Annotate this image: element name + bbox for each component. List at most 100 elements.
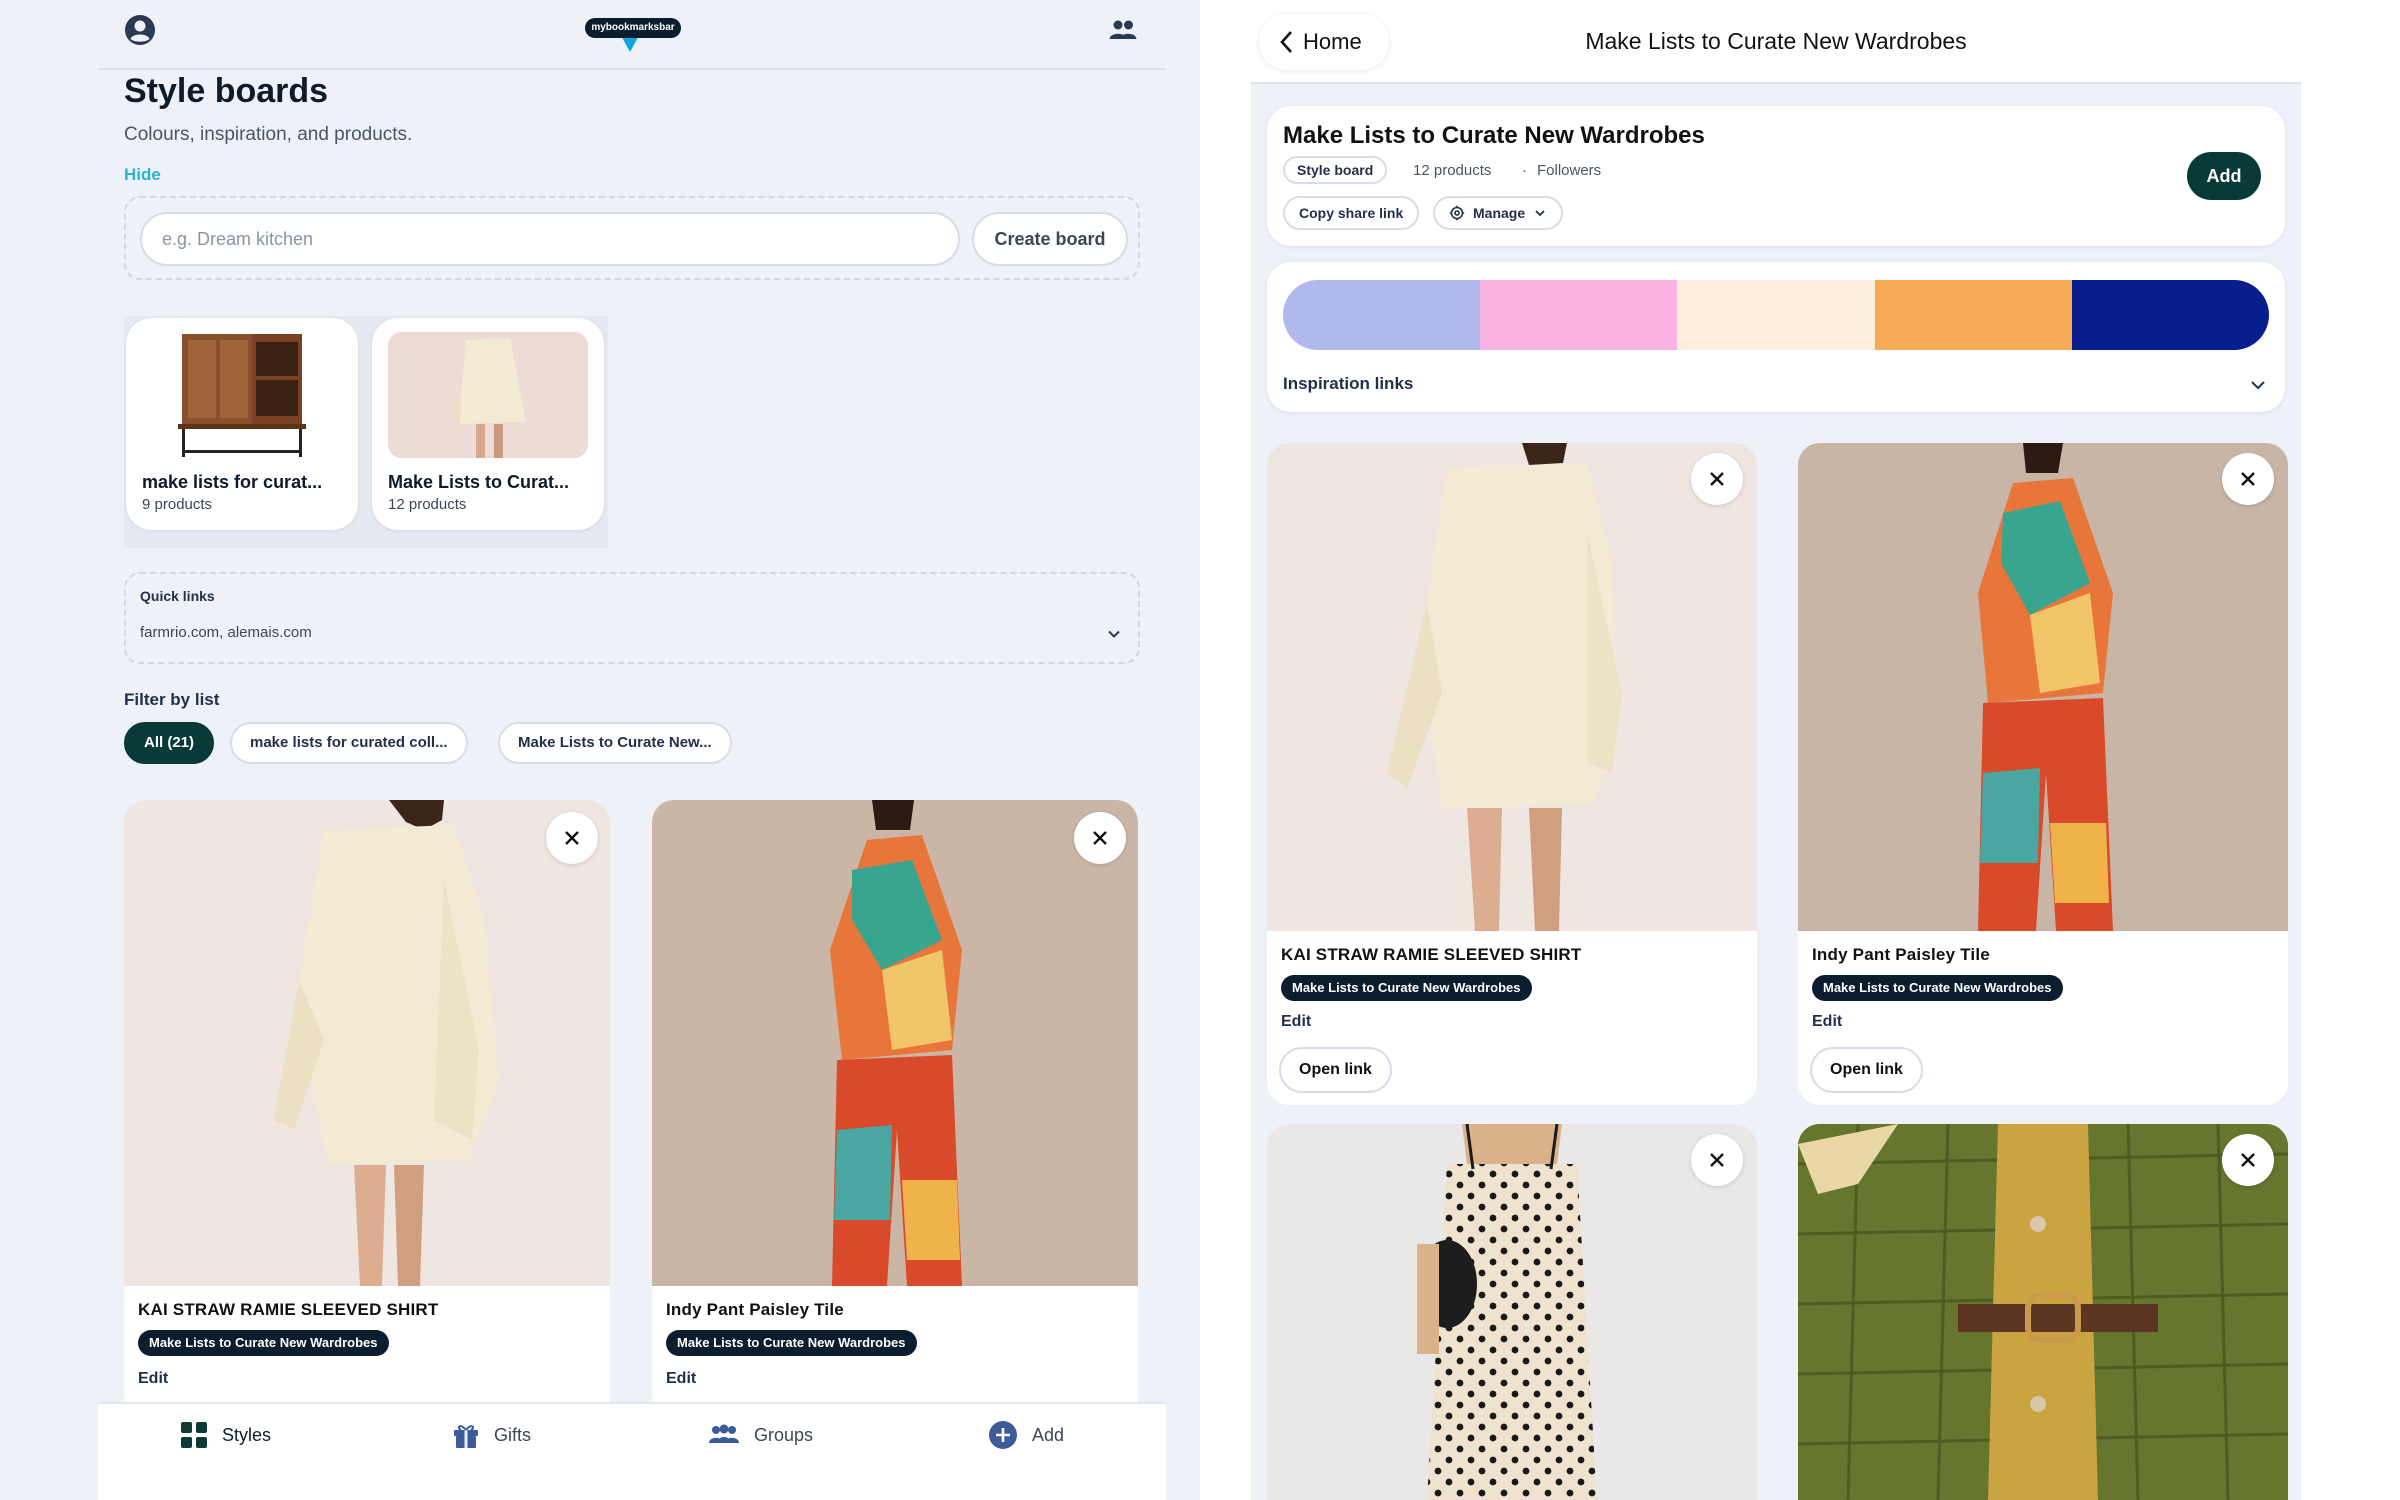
chevron-down-icon[interactable] [2249,376,2267,394]
board-title: Make Lists to Curate New Wardrobes [1283,122,1705,149]
detail-header: Make Lists to Curate New Wardrobes Home [1251,0,2301,84]
gift-icon [454,1425,478,1448]
nav-gifts-label: Gifts [494,1424,532,1445]
board-name: make lists for curat... [142,472,323,492]
followers-link[interactable]: Followers [1537,162,1601,179]
nav-gifts[interactable]: Gifts [452,1404,531,1466]
nav-styles[interactable]: Styles [180,1404,271,1466]
header-title: Make Lists to Curate New Wardrobes [1585,28,1967,54]
product-image [1267,443,1757,931]
board-name: Make Lists to Curat... [388,472,570,492]
app-logo[interactable]: mybookmarksbar [585,16,681,52]
product-list-tag[interactable]: Make Lists to Curate New Wardrobes [1281,975,1532,1001]
edit-link[interactable]: Edit [666,1370,696,1388]
product-title: Indy Pant Paisley Tile [1812,945,1990,964]
nav-add-label: Add [1032,1424,1065,1445]
edit-link[interactable]: Edit [138,1370,168,1388]
nav-add[interactable]: Add [988,1404,1064,1466]
palette-swatch[interactable] [1283,280,1481,350]
product-card[interactable]: KAI STRAW RAMIE SLEEVED SHIRT Make Lists… [124,800,610,1402]
close-icon [1710,1153,1724,1167]
remove-button[interactable] [1691,1134,1743,1186]
filter-chip-list[interactable]: make lists for curated coll... [230,722,468,764]
board-card[interactable]: Make Lists to Curat... 12 products [372,318,604,530]
remove-button[interactable] [2222,1134,2274,1186]
add-product-button[interactable]: Add [2187,152,2261,200]
palette-swatch[interactable] [2071,280,2269,350]
nav-styles-label: Styles [222,1424,272,1445]
close-icon [1093,831,1107,845]
chevron-left-icon [1280,31,1292,53]
board-card[interactable]: make lists for curat... 9 products [126,318,358,530]
groups-icon[interactable] [1108,17,1138,43]
product-card[interactable]: KAI STRAW RAMIE SLEEVED SHIRT Make Lists… [1267,443,1757,1105]
chevron-down-icon[interactable] [1106,626,1122,642]
product-list-tag[interactable]: Make Lists to Curate New Wardrobes [1812,975,2063,1001]
palette-card: Inspiration links [1267,262,2285,412]
board-name-input[interactable] [140,212,960,266]
create-board-form: Create board [124,196,1140,280]
product-list-tag[interactable]: Make Lists to Curate New Wardrobes [666,1330,917,1356]
palette-swatch[interactable] [1480,280,1678,350]
open-link-button[interactable]: Open link [1279,1047,1392,1093]
product-title: KAI STRAW RAMIE SLEEVED SHIRT [1281,945,1582,964]
bottom-nav: Styles Gifts Groups Add [98,1402,1166,1500]
open-link-button[interactable]: Open link [1810,1047,1923,1093]
product-image [124,800,610,1286]
quick-links[interactable]: Quick links farmrio.com, alemais.com [124,572,1140,664]
product-card[interactable] [1798,1124,2288,1500]
filter-chip-list[interactable]: Make Lists to Curate New... [498,722,732,764]
chevron-down-icon [1535,210,1545,217]
edit-link[interactable]: Edit [1281,1013,1311,1031]
manage-label: Manage [1473,205,1526,221]
close-icon [2241,1153,2255,1167]
board-product-count: 12 products [388,496,467,513]
board-thumbnail [142,332,342,458]
style-boards-panel: mybookmarksbar Style boards Colours, ins… [0,0,1200,1500]
quick-links-title: Quick links [140,588,215,604]
board-summary-card: Make Lists to Curate New Wardrobes Style… [1267,106,2285,246]
close-icon [565,831,579,845]
board-detail-panel: Make Lists to Curate New Wardrobes Home … [1251,0,2301,1500]
board-thumbnail [388,332,588,458]
remove-button[interactable] [2222,453,2274,505]
edit-link[interactable]: Edit [1812,1013,1842,1031]
close-icon [2241,472,2255,486]
remove-button[interactable] [546,812,598,864]
board-product-count: 12 products [1413,162,1492,179]
filter-chip-all[interactable]: All (21) [124,722,215,764]
styles-grid-icon [181,1422,207,1448]
hide-link[interactable]: Hide [124,165,161,185]
product-image [1267,1124,1757,1500]
close-icon [1710,472,1724,486]
palette-swatch[interactable] [1677,280,1875,350]
product-image [652,800,1138,1286]
palette-swatch[interactable] [1874,280,2072,350]
product-card[interactable]: Indy Pant Paisley Tile Make Lists to Cur… [1798,443,2288,1105]
remove-button[interactable] [1074,812,1126,864]
board-type-badge: Style board [1283,156,1388,184]
manage-button[interactable]: Manage [1433,196,1564,230]
home-back-button[interactable]: Home [1259,14,1389,70]
color-palette [1283,280,2269,350]
plus-circle-icon [989,1421,1017,1449]
filter-title: Filter by list [124,690,220,709]
product-card[interactable] [1267,1124,1757,1500]
gear-icon [1449,205,1465,221]
page-title: Style boards [124,72,329,110]
inspiration-links-label[interactable]: Inspiration links [1283,374,1413,394]
product-list-tag[interactable]: Make Lists to Curate New Wardrobes [138,1330,389,1356]
groups-icon [709,1424,739,1443]
create-board-button[interactable]: Create board [972,212,1128,266]
meta-separator: · [1522,162,1527,179]
quick-links-value: farmrio.com, alemais.com [140,624,312,641]
product-image [1798,1124,2288,1500]
home-label: Home [1303,29,1362,54]
product-image [1798,443,2288,931]
user-circle-icon[interactable] [124,14,156,46]
nav-groups-label: Groups [754,1424,814,1445]
remove-button[interactable] [1691,453,1743,505]
product-card[interactable]: Indy Pant Paisley Tile Make Lists to Cur… [652,800,1138,1402]
copy-share-link-button[interactable]: Copy share link [1283,196,1420,230]
nav-groups[interactable]: Groups [708,1404,813,1466]
